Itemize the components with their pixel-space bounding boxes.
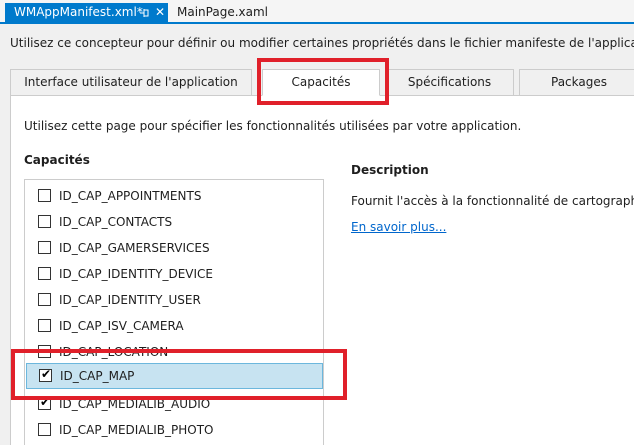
capability-label: ID_CAP_CONTACTS <box>59 215 173 229</box>
tab-requirements[interactable]: Spécifications <box>385 69 514 96</box>
pin-icon[interactable] <box>138 3 150 22</box>
highlight-map-row <box>11 349 347 400</box>
designer-intro-text: Utilisez ce concepteur pour définir ou m… <box>10 36 634 50</box>
tab-mainpage-label: MainPage.xaml <box>177 5 268 19</box>
checkbox[interactable] <box>38 293 51 306</box>
learn-more-link[interactable]: En savoir plus... <box>351 220 446 234</box>
checkbox[interactable] <box>38 241 51 254</box>
list-item[interactable]: ID_CAP_IDENTITY_USER <box>25 287 323 313</box>
checkbox[interactable] <box>38 267 51 280</box>
capabilities-hint: Utilisez cette page pour spécifier les f… <box>24 119 522 133</box>
tab-packages[interactable]: Packages <box>519 69 634 96</box>
checkbox[interactable] <box>38 189 51 202</box>
highlight-capabilities-tab <box>257 58 389 105</box>
capability-label: ID_CAP_IDENTITY_DEVICE <box>59 267 214 281</box>
list-item[interactable]: ID_CAP_APPOINTMENTS <box>25 183 323 209</box>
capabilities-heading: Capacités <box>24 153 90 167</box>
checkbox[interactable] <box>38 215 51 228</box>
tab-wmappmanifest-label: WMAppManifest.xml* <box>14 5 143 19</box>
manifest-designer-window: WMAppManifest.xml* ✕ MainPage.xaml Utili… <box>0 0 634 445</box>
description-heading: Description <box>351 163 429 177</box>
list-item[interactable]: ID_CAP_CONTACTS <box>25 209 323 235</box>
capability-label: ID_CAP_ISV_CAMERA <box>59 319 184 333</box>
capability-label: ID_CAP_APPOINTMENTS <box>59 189 202 203</box>
list-item[interactable]: ID_CAP_ISV_CAMERA <box>25 313 323 339</box>
list-item[interactable]: ID_CAP_MEDIALIB_PHOTO <box>25 417 323 443</box>
capability-label: ID_CAP_GAMERSERVICES <box>59 241 210 255</box>
list-item[interactable]: ID_CAP_IDENTITY_DEVICE <box>25 261 323 287</box>
tab-strip-accent-line <box>0 22 634 24</box>
checkbox[interactable] <box>38 319 51 332</box>
list-item[interactable]: ID_CAP_GAMERSERVICES <box>25 235 323 261</box>
tab-application-ui[interactable]: Interface utilisateur de l'application <box>10 69 252 96</box>
description-text: Fournit l'accès à la fonctionnalité de c… <box>351 194 634 208</box>
tab-mainpage[interactable]: MainPage.xaml <box>168 3 288 22</box>
capability-label: ID_CAP_MEDIALIB_PHOTO <box>59 423 214 437</box>
capabilities-list[interactable]: ID_CAP_APPOINTMENTS ID_CAP_CONTACTS ID_C… <box>24 179 324 445</box>
checkbox[interactable] <box>38 423 51 436</box>
tab-wmappmanifest[interactable]: WMAppManifest.xml* ✕ <box>5 3 168 22</box>
document-tab-strip: WMAppManifest.xml* ✕ MainPage.xaml <box>0 0 634 24</box>
capability-label: ID_CAP_IDENTITY_USER <box>59 293 201 307</box>
close-icon[interactable]: ✕ <box>155 3 165 22</box>
